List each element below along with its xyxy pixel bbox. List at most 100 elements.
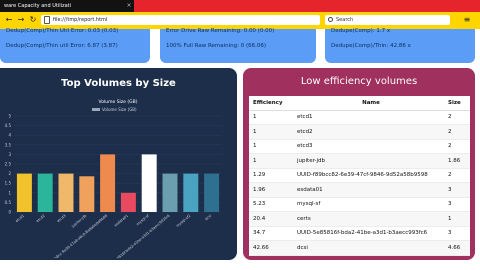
legend-swatch	[92, 108, 100, 111]
x-tick-label: UUID-5e85816f-bda2-41be-a3d1-b3aecc993fc…	[103, 213, 171, 258]
name-cell: etcd1	[293, 110, 445, 125]
x-tick-label: esdata01	[114, 214, 129, 228]
table-row: 1 etcd1 2	[249, 110, 470, 125]
efficiency-cell: 1.96	[249, 182, 293, 198]
y-tick-label: 4.5	[5, 123, 12, 128]
name-cell: etcd2	[293, 124, 445, 140]
name-cell: certs	[293, 211, 445, 227]
efficiency-table: Efficiency Name Size 1 etcd1 2 1 etcd2 2 1 etcd…	[249, 96, 470, 256]
size-cell: 1.86	[445, 153, 470, 169]
table-row: 1.96 esdata01 3	[249, 182, 470, 198]
bar	[16, 173, 32, 212]
column-header-efficiency[interactable]: Efficiency	[249, 96, 293, 111]
bar	[162, 173, 178, 212]
x-tick-label: etcd3	[56, 214, 66, 224]
summary-line: Dedupe(Comp)/Thin: 42.86 x	[331, 43, 411, 49]
size-cell: 2	[445, 139, 470, 154]
x-tick-label: UUID-3e6b8cc-9a36-47a8-a6c0-Ba8a0e8d9b98	[41, 213, 109, 258]
bar	[120, 192, 136, 212]
efficiency-cell: 1	[249, 124, 293, 140]
table-row: 20.4 certs 1	[249, 211, 470, 227]
efficiency-cell: 34.7	[249, 226, 293, 241]
size-cell: 2	[445, 168, 470, 183]
summary-line: Dedup(Comp)/Thin util Error: 6.87 (3.87)	[6, 43, 118, 49]
panel-title: Low efficiency volumes	[300, 76, 418, 87]
x-tick-label: mysql-sf	[136, 213, 151, 226]
y-tick-label: 1	[8, 190, 11, 195]
panel-title: Top Volumes by Size	[61, 78, 176, 89]
bar	[58, 173, 74, 212]
y-tick-label: 3	[8, 152, 11, 157]
name-cell: etcd3	[293, 139, 445, 154]
table-row: 34.7 UUID-5e85816f-bda2-41be-a3d1-b3aecc9…	[249, 226, 470, 241]
name-cell: UUID-5e85816f-bda2-41be-a3d1-b3aecc993fc…	[293, 226, 445, 241]
bar	[183, 173, 199, 212]
y-tick-label: 3.5	[5, 142, 12, 147]
name-cell: dcsi	[293, 240, 445, 256]
table-row: 1 etcd2 2	[249, 124, 470, 140]
page-icon	[44, 16, 50, 24]
y-tick-label: 1.5	[5, 181, 12, 186]
tab-title: ware Capacity and Utilizati	[4, 3, 72, 9]
summary-line: Dedupe(Comp): 1.7 x	[331, 28, 391, 34]
summary-card-3: Dedupe(Comp): 1.7 x Dedupe(Comp)/Thin: 4…	[325, 28, 475, 63]
efficiency-cell: 5.23	[249, 197, 293, 212]
y-tick-label: 0.5	[5, 200, 12, 205]
y-tick-label: 5	[8, 114, 11, 119]
y-tick-label: 2.5	[5, 162, 12, 167]
y-tick-label: 2	[8, 171, 11, 176]
bar	[204, 173, 220, 212]
name-cell: jupiter-jdb	[293, 153, 445, 169]
url-text[interactable]: file:///tmp/report.html	[53, 15, 107, 25]
efficiency-cell: 20.4	[249, 211, 293, 227]
efficiency-cell: 1	[249, 153, 293, 169]
menu-icon[interactable]: ≡	[462, 15, 472, 25]
x-tick-label: jupiter-jdb	[70, 213, 88, 229]
x-tick-label: dcsi	[204, 214, 212, 222]
table-row: 1 etcd3 2	[249, 139, 470, 154]
table-row: 1.29 UUID-f89bcc82-6e39-47cf-9846-9d52a58…	[249, 168, 470, 183]
efficiency-cell: 1	[249, 139, 293, 154]
name-cell: mysql-sf	[293, 197, 445, 212]
efficiency-cell: 1.29	[249, 168, 293, 183]
bar	[141, 154, 157, 212]
bar	[37, 173, 53, 212]
tab-close-icon[interactable]: ×	[124, 0, 134, 12]
size-cell: 2	[445, 124, 470, 140]
summary-line: Dedup(Comp)/Thin Util Error: 0.03 (0.03)	[6, 28, 119, 34]
size-cell: 4.66	[445, 240, 470, 256]
name-cell: esdata01	[293, 182, 445, 198]
back-arrow-icon[interactable]: ←	[4, 15, 14, 25]
legend-label: Volume Size (GB)	[102, 107, 137, 112]
column-header-size[interactable]: Size	[445, 96, 470, 111]
x-tick-label: etcd2	[35, 214, 45, 224]
table-row: 42.66 dcsi 4.66	[249, 240, 470, 256]
y-tick-label: 4	[8, 133, 11, 138]
table-header-row: Efficiency Name Size	[249, 96, 470, 111]
summary-card-2: Error Drive Raw Remaining: 0.00 (0.00) 1…	[160, 28, 316, 63]
column-header-name[interactable]: Name	[293, 96, 445, 111]
name-cell: UUID-f89bcc82-6e39-47cf-9846-9d52a58b959…	[293, 168, 445, 183]
efficiency-cell: 1	[249, 110, 293, 125]
summary-line: Error Drive Raw Remaining: 0.00 (0.00)	[166, 28, 275, 34]
browser-tab[interactable]: ware Capacity and Utilizati	[0, 0, 134, 12]
size-cell: 3	[445, 226, 470, 241]
bar	[79, 176, 95, 212]
y-tick-label: 0	[8, 210, 11, 215]
efficiency-cell: 42.66	[249, 240, 293, 256]
size-cell: 2	[445, 110, 470, 125]
summary-card-1: Dedup(Comp)/Thin Util Error: 0.03 (0.03)…	[0, 28, 150, 63]
bar	[100, 154, 116, 212]
table-row: 1 jupiter-jdb 1.86	[249, 153, 470, 169]
x-tick-label: mysql-sf2	[175, 214, 191, 228]
volume-size-chart: Volume Size (GB) Volume Size (GB) 0 0.5 1 1.5…	[5, 99, 222, 258]
reload-icon[interactable]: ↻	[28, 15, 38, 25]
summary-line: 100% Full Raw Remaining: 0 (66.06)	[166, 43, 267, 49]
size-cell: 1	[445, 211, 470, 227]
forward-arrow-icon[interactable]: →	[16, 15, 26, 25]
size-cell: 3	[445, 197, 470, 212]
table-row: 5.23 mysql-sf 3	[249, 197, 470, 212]
search-icon	[328, 17, 333, 22]
chart-title: Volume Size (GB)	[99, 99, 138, 105]
x-tick-label: etcd1	[15, 214, 25, 224]
